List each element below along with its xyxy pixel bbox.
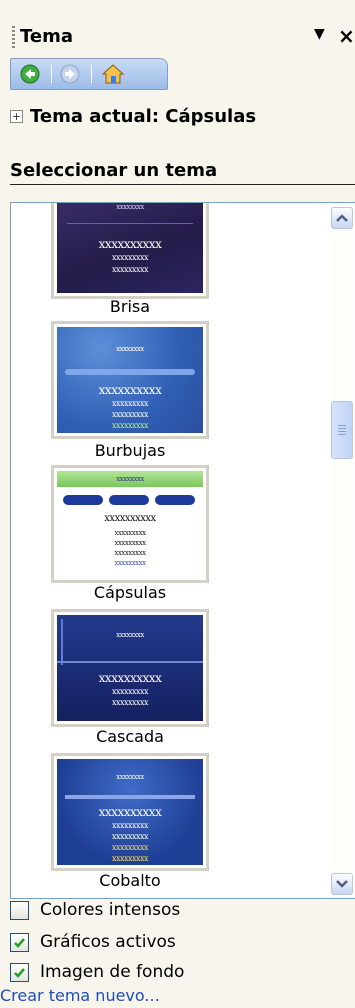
theme-thumbnail: xxxxxxxx xxxxxxxxxx xxxxxxxxx xxxxxxxxx: [57, 203, 203, 293]
theme-thumbnail: xxxxxxxx xxxxxxxxxx xxxxxxxxx xxxxxxxxx: [57, 615, 203, 721]
option-graficos-activos[interactable]: Gráficos activos: [10, 932, 310, 954]
checkmark-icon: [14, 938, 25, 948]
option-colores-intensos[interactable]: Colores intensos: [10, 900, 310, 922]
theme-thumbnail-frame: xxxxxxxx xxxxxxxxxx xxxxxxxxx xxxxxxxxx …: [51, 465, 209, 583]
theme-name: Cápsulas: [93, 583, 167, 602]
home-icon: [101, 64, 125, 84]
scroll-thumb[interactable]: [331, 401, 353, 459]
theme-name: Burbujas: [94, 441, 166, 460]
current-theme-label[interactable]: Tema actual: Cápsulas: [30, 106, 256, 127]
gallery-scrollbar[interactable]: [331, 207, 353, 895]
theme-thumbnail-frame: xxxxxxxx xxxxxxxxxx xxxxxxxxx xxxxxxxxx: [51, 203, 209, 299]
theme-thumbnail-frame: xxxxxxxx xxxxxxxxxx xxxxxxxxx xxxxxxxxx: [51, 609, 209, 727]
checkbox[interactable]: [10, 901, 29, 920]
theme-name: Brisa: [109, 297, 151, 316]
create-new-theme-link[interactable]: Crear tema nuevo...: [0, 986, 160, 1005]
scroll-down-button[interactable]: [331, 873, 353, 895]
back-arrow-icon: [20, 64, 40, 84]
theme-thumbnail: xxxxxxxx xxxxxxxxxx xxxxxxxxx xxxxxxxxx …: [57, 327, 203, 433]
pane-menu-dropdown-icon[interactable]: ▼: [314, 26, 325, 42]
theme-thumbnail: xxxxxxxx xxxxxxxxxx xxxxxxxxx xxxxxxxxx …: [57, 471, 203, 577]
theme-thumbnail-frame: xxxxxxxx xxxxxxxxxx xxxxxxxxx xxxxxxxxx …: [51, 321, 209, 439]
checkbox[interactable]: [10, 963, 29, 982]
option-label: Gráficos activos: [40, 932, 176, 952]
toolbar-separator: [91, 65, 92, 83]
forward-arrow-icon: [60, 64, 80, 84]
section-title: Seleccionar un tema: [10, 160, 218, 181]
theme-thumbnail-frame: xxxxxxxx xxxxxxxxxx xxxxxxxxx xxxxxxxxx …: [51, 753, 209, 871]
option-label: Imagen de fondo: [40, 962, 185, 982]
pane-header: Tema ▼ ×: [0, 20, 355, 58]
theme-thumbnail: xxxxxxxx xxxxxxxxxx xxxxxxxxx xxxxxxxxx …: [57, 759, 203, 865]
back-button[interactable]: [19, 63, 41, 85]
toolbar-separator: [51, 65, 52, 83]
section-divider: [10, 184, 355, 185]
theme-name: Cobalto: [99, 871, 161, 890]
theme-gallery[interactable]: xxxxxxxx xxxxxxxxxx xxxxxxxxx xxxxxxxxx …: [10, 202, 355, 899]
home-button[interactable]: [101, 63, 125, 85]
theme-name: Cascada: [96, 727, 164, 746]
checkmark-icon: [14, 968, 25, 978]
expand-toggle-icon[interactable]: +: [10, 110, 23, 123]
drag-grip-icon[interactable]: [12, 26, 15, 48]
pane-title: Tema: [20, 26, 73, 47]
option-imagen-de-fondo[interactable]: Imagen de fondo: [10, 962, 310, 984]
scroll-up-button[interactable]: [331, 207, 353, 229]
navigation-toolbar: [10, 58, 168, 90]
close-pane-button[interactable]: ×: [338, 24, 355, 48]
chevron-up-icon: [336, 214, 348, 222]
checkbox[interactable]: [10, 933, 29, 952]
option-label: Colores intensos: [40, 900, 181, 920]
forward-button[interactable]: [59, 63, 81, 85]
theme-task-pane: Tema ▼ × + Tema actual: Cápsulas Selecci…: [0, 0, 355, 1008]
chevron-down-icon: [336, 880, 348, 888]
